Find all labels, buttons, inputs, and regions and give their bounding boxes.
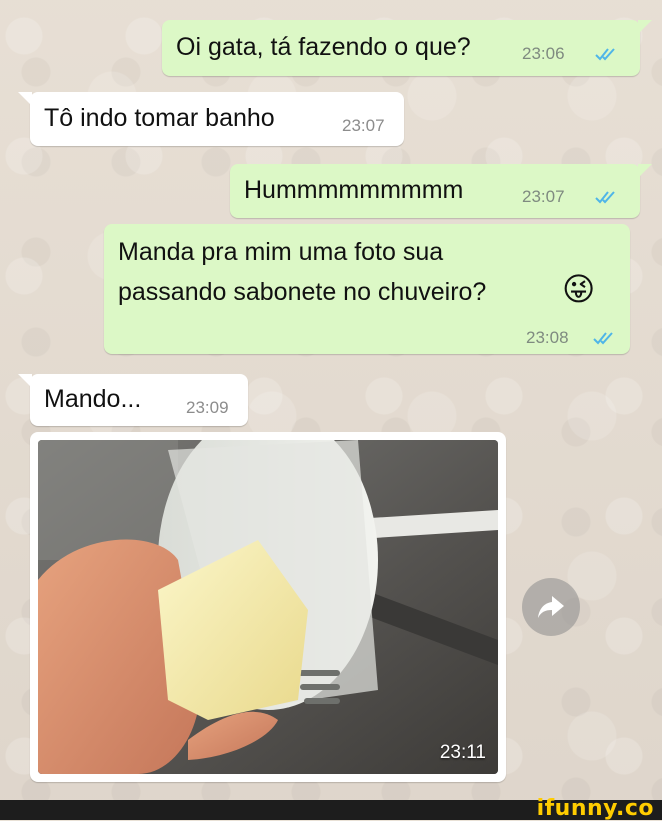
double-check-icon xyxy=(593,332,613,345)
message-bubble-outgoing[interactable]: Oi gata, tá fazendo o que? 23:06 xyxy=(162,20,652,76)
shared-photo[interactable]: 23:11 xyxy=(38,440,498,774)
message-text: Oi gata, tá fazendo o que? xyxy=(176,33,471,61)
double-check-icon xyxy=(595,191,615,204)
message-text: Mando... xyxy=(44,385,142,413)
message-bubble-outgoing[interactable]: Manda pra mim uma foto sua passando sabo… xyxy=(104,224,630,354)
message-time: 23:09 xyxy=(186,398,229,417)
message-text: Tô indo tomar banho xyxy=(44,104,275,132)
message-time: 23:07 xyxy=(342,116,385,135)
image-time: 23:11 xyxy=(439,742,486,763)
message-time: 23:06 xyxy=(522,44,565,63)
message-bubble-incoming[interactable]: Mando... 23:09 xyxy=(18,374,248,426)
message-time: 23:07 xyxy=(522,187,565,206)
message-text: Hummmmmmmmm xyxy=(244,176,464,204)
message-bubble-incoming[interactable]: Tô indo tomar banho 23:07 xyxy=(18,92,404,146)
forward-icon xyxy=(538,596,564,618)
winking-tongue-emoji: 😜 xyxy=(562,270,596,308)
forward-button[interactable] xyxy=(522,578,580,636)
watermark-bar: ifunny.co xyxy=(0,796,662,821)
message-text: Manda pra mim uma foto sua passando sabo… xyxy=(118,238,487,306)
message-time: 23:08 xyxy=(526,328,569,347)
double-check-icon xyxy=(595,48,615,61)
shower-photo-image xyxy=(38,440,498,774)
ifunny-logo: ifunny.co xyxy=(536,796,654,821)
message-bubble-outgoing[interactable]: Hummmmmmmmm 23:07 xyxy=(230,164,652,218)
